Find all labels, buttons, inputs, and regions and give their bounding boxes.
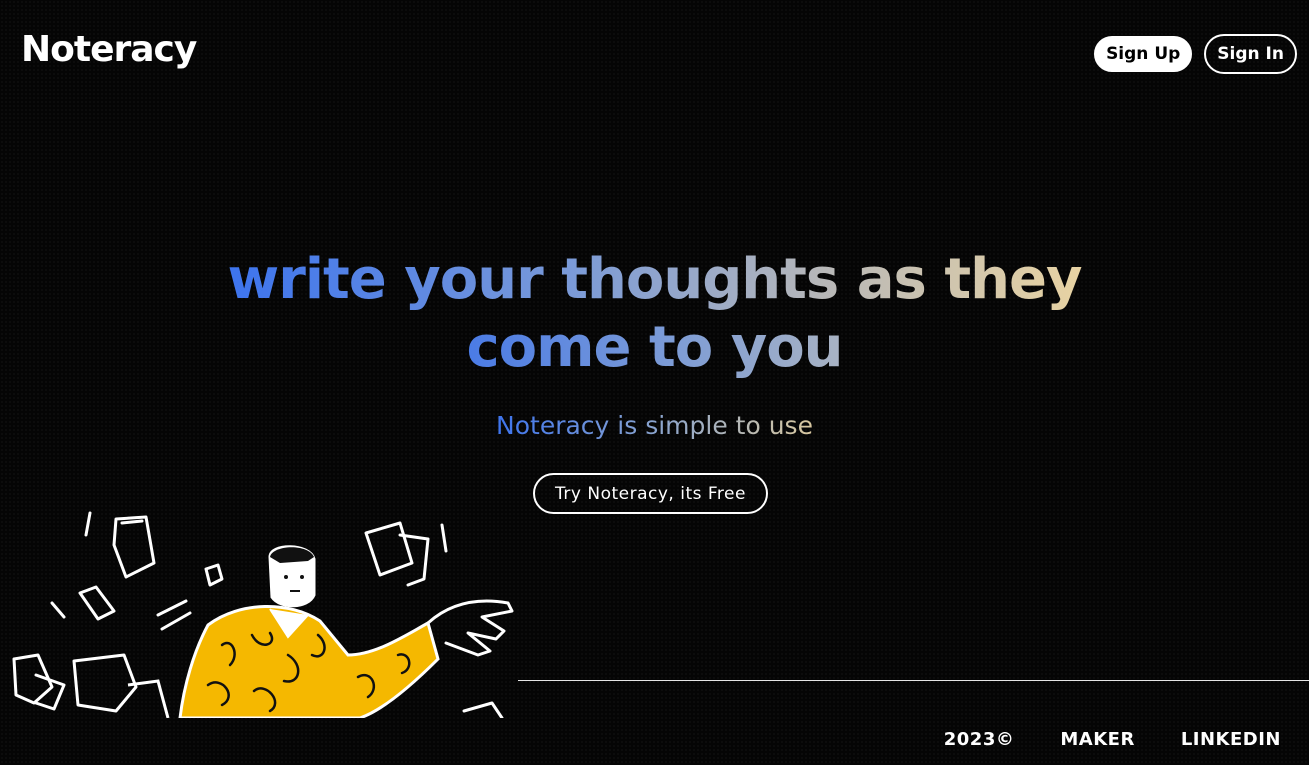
copyright-year: 2023© <box>943 729 1015 750</box>
hero-subline: Noteracy is simple to use <box>0 408 1309 444</box>
footer-divider <box>518 680 1309 681</box>
hero-headline: write your thoughts as they come to you <box>0 246 1309 382</box>
brand-logo[interactable]: Noteracy <box>21 32 197 68</box>
hero-headline-line1: write your thoughts as they <box>227 247 1082 312</box>
hero-headline-line2: come to you <box>466 315 843 380</box>
auth-buttons: Sign Up Sign In <box>1094 34 1297 74</box>
hero-subline-text: Noteracy is simple to use <box>496 408 813 444</box>
footer: 2023© MAKER LINKEDIN <box>944 729 1281 750</box>
sign-in-button[interactable]: Sign In <box>1204 34 1297 74</box>
person-with-flying-papers-illustration <box>12 511 514 718</box>
linkedin-link[interactable]: LINKEDIN <box>1181 729 1281 750</box>
try-free-button[interactable]: Try Noteracy, its Free <box>533 473 768 514</box>
maker-link[interactable]: MAKER <box>1060 729 1134 750</box>
sign-up-button[interactable]: Sign Up <box>1094 36 1193 72</box>
